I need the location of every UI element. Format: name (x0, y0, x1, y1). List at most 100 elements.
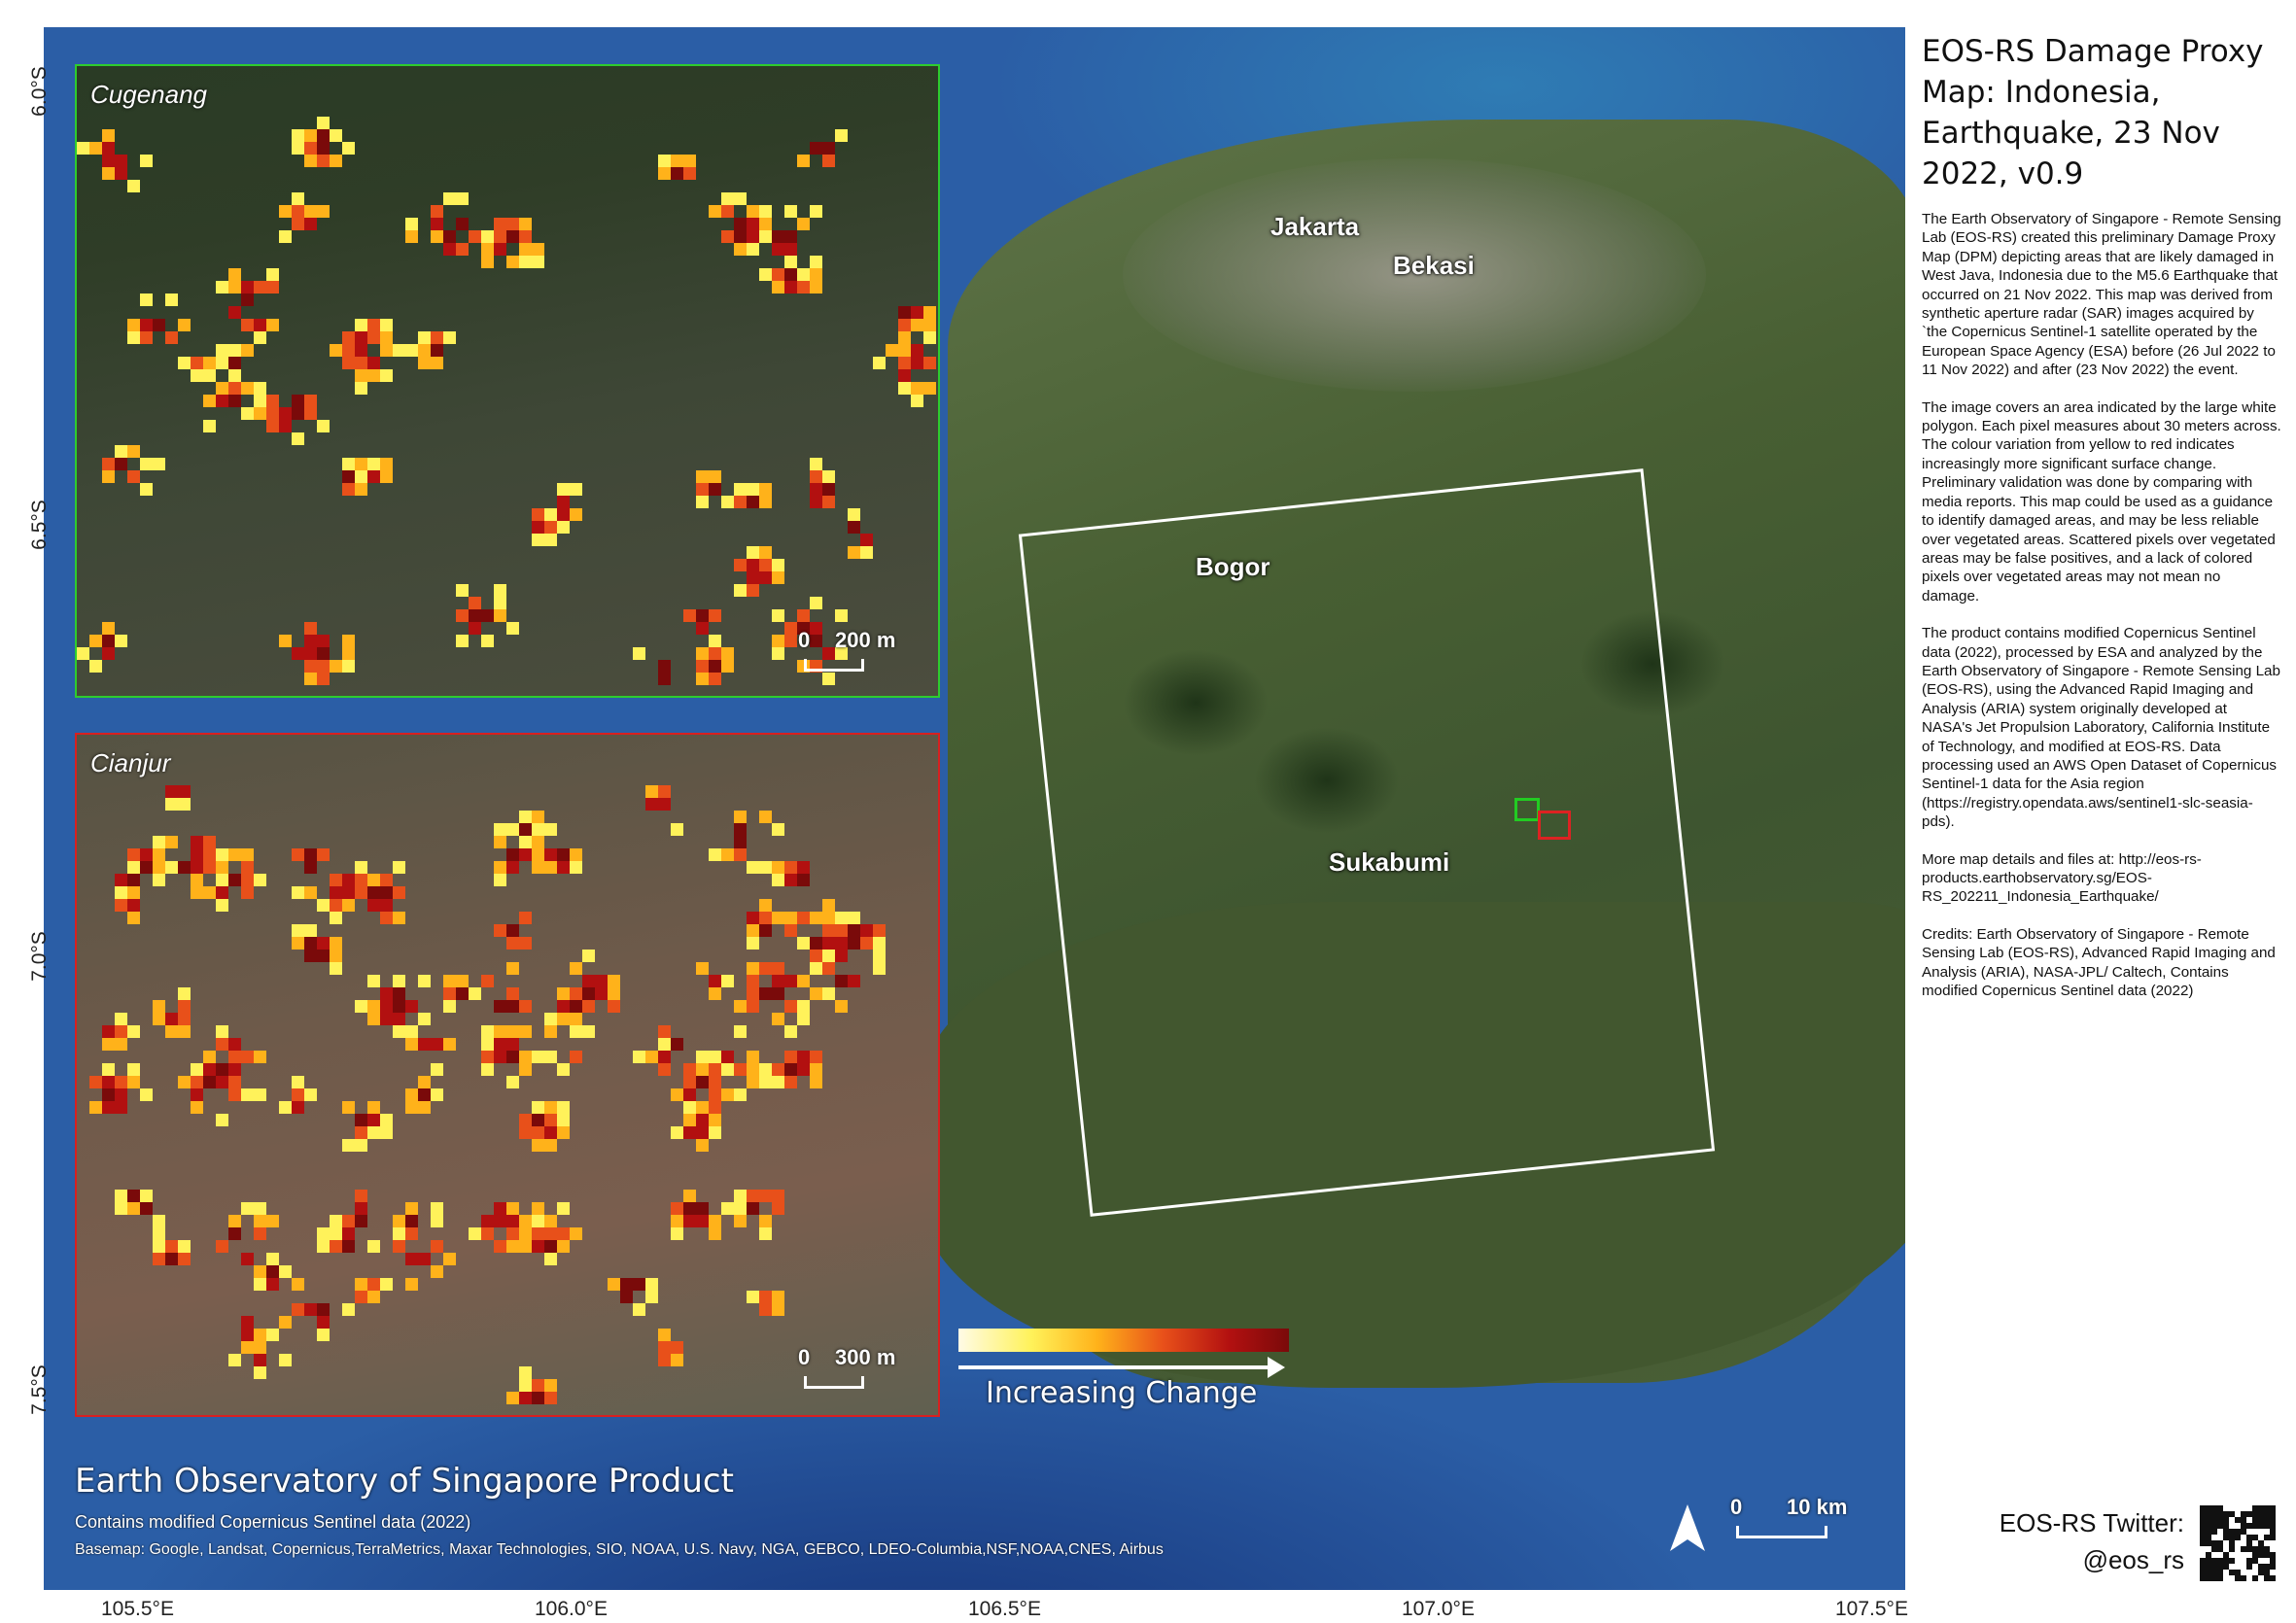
damage-pixel (254, 319, 266, 331)
damage-pixel (330, 962, 342, 975)
damage-pixel (532, 1139, 544, 1152)
damage-pixel (304, 622, 317, 635)
damage-pixel (797, 912, 810, 924)
damage-pixel (747, 559, 759, 571)
damage-pixel (469, 987, 481, 1000)
damage-pixel (191, 874, 203, 886)
damage-pixel (127, 848, 140, 861)
damage-pixel (443, 230, 456, 243)
damage-pixel (734, 811, 747, 823)
qr-code-icon[interactable] (2199, 1504, 2276, 1581)
twitter-handle[interactable]: @eos_rs (1990, 1541, 2184, 1578)
damage-pixel (228, 848, 241, 861)
damage-pixel (557, 1202, 570, 1215)
damage-pixel (191, 357, 203, 369)
damage-pixel (317, 673, 330, 685)
damage-pixel (216, 848, 228, 861)
damage-pixel (784, 975, 797, 987)
damage-pixel (216, 1114, 228, 1126)
damage-pixel (165, 331, 178, 344)
damage-pixel (228, 382, 241, 395)
damage-pixel (810, 483, 822, 496)
damage-pixel (140, 483, 153, 496)
damage-pixel (822, 470, 835, 483)
damage-pixel (254, 281, 266, 294)
damage-pixel (304, 848, 317, 861)
damage-pixel (405, 1088, 418, 1101)
damage-pixel (342, 458, 355, 470)
damage-pixel (570, 861, 582, 874)
damage-pixel (367, 319, 380, 331)
damage-pixel (645, 798, 658, 811)
qr-module (2270, 1535, 2276, 1540)
damage-pixel (115, 1038, 127, 1051)
damage-pixel (759, 924, 772, 937)
damage-pixel (747, 571, 759, 584)
damage-pixel (519, 218, 532, 230)
damage-pixel (519, 1379, 532, 1392)
damage-pixel (431, 1202, 443, 1215)
damage-pixel (292, 886, 304, 899)
damage-pixel (848, 546, 860, 559)
damage-pixel (228, 1051, 241, 1063)
damage-pixel (658, 660, 671, 673)
damage-pixel (494, 584, 506, 597)
damage-pixel (772, 975, 784, 987)
damage-pixel (228, 1038, 241, 1051)
damage-pixel (153, 1013, 165, 1025)
damage-pixel (759, 559, 772, 571)
damage-pixel (393, 1215, 405, 1227)
damage-pixel (747, 1000, 759, 1013)
credits-paragraph: Credits: Earth Observatory of Singapore … (1922, 925, 2276, 1000)
qr-module (2217, 1575, 2223, 1581)
damage-pixel (481, 975, 494, 987)
qr-module (2229, 1558, 2235, 1564)
damage-pixel (191, 1076, 203, 1088)
damage-pixel (570, 1013, 582, 1025)
damage-pixel (747, 496, 759, 508)
damage-pixel (658, 798, 671, 811)
damage-pixel (443, 192, 456, 205)
damage-pixel (178, 1013, 191, 1025)
damage-pixel (241, 281, 254, 294)
damage-pixel (393, 975, 405, 987)
damage-pixel (544, 508, 557, 521)
damage-pixel (102, 1088, 115, 1101)
damage-pixel (506, 848, 519, 861)
damage-pixel (266, 268, 279, 281)
damage-pixel (127, 331, 140, 344)
damage-pixel (380, 912, 393, 924)
damage-pixel (911, 344, 923, 357)
damage-pixel (216, 861, 228, 874)
damage-pixel (734, 192, 747, 205)
damage-pixel (544, 848, 557, 861)
inset-title: Cianjur (90, 748, 171, 777)
damage-pixel (317, 1240, 330, 1253)
damage-pixel (178, 987, 191, 1000)
damage-pixel (342, 470, 355, 483)
damage-pixel (443, 975, 456, 987)
damage-pixel (317, 950, 330, 962)
damage-pixel (355, 319, 367, 331)
damage-pixel (165, 294, 178, 306)
damage-pixel (279, 420, 292, 432)
damage-pixel (822, 950, 835, 962)
inset-locator-cianjur (1538, 811, 1571, 840)
damage-pixel (911, 395, 923, 407)
damage-pixel (355, 861, 367, 874)
damage-pixel (216, 874, 228, 886)
damage-pixel (140, 1088, 153, 1101)
damage-pixel (822, 483, 835, 496)
map-canvas[interactable]: Jakarta Bekasi Bogor Sukabumi Cugenang 0… (44, 27, 1905, 1590)
damage-pixel (835, 129, 848, 142)
damage-pixel (292, 1278, 304, 1291)
damage-pixel (127, 180, 140, 192)
damage-pixel (266, 319, 279, 331)
damage-pixel (481, 1051, 494, 1063)
damage-pixel (784, 635, 797, 647)
damage-pixel (544, 1013, 557, 1025)
damage-pixel (822, 673, 835, 685)
damage-pixel (734, 1190, 747, 1202)
damage-pixel (443, 243, 456, 256)
damage-pixel (443, 987, 456, 1000)
